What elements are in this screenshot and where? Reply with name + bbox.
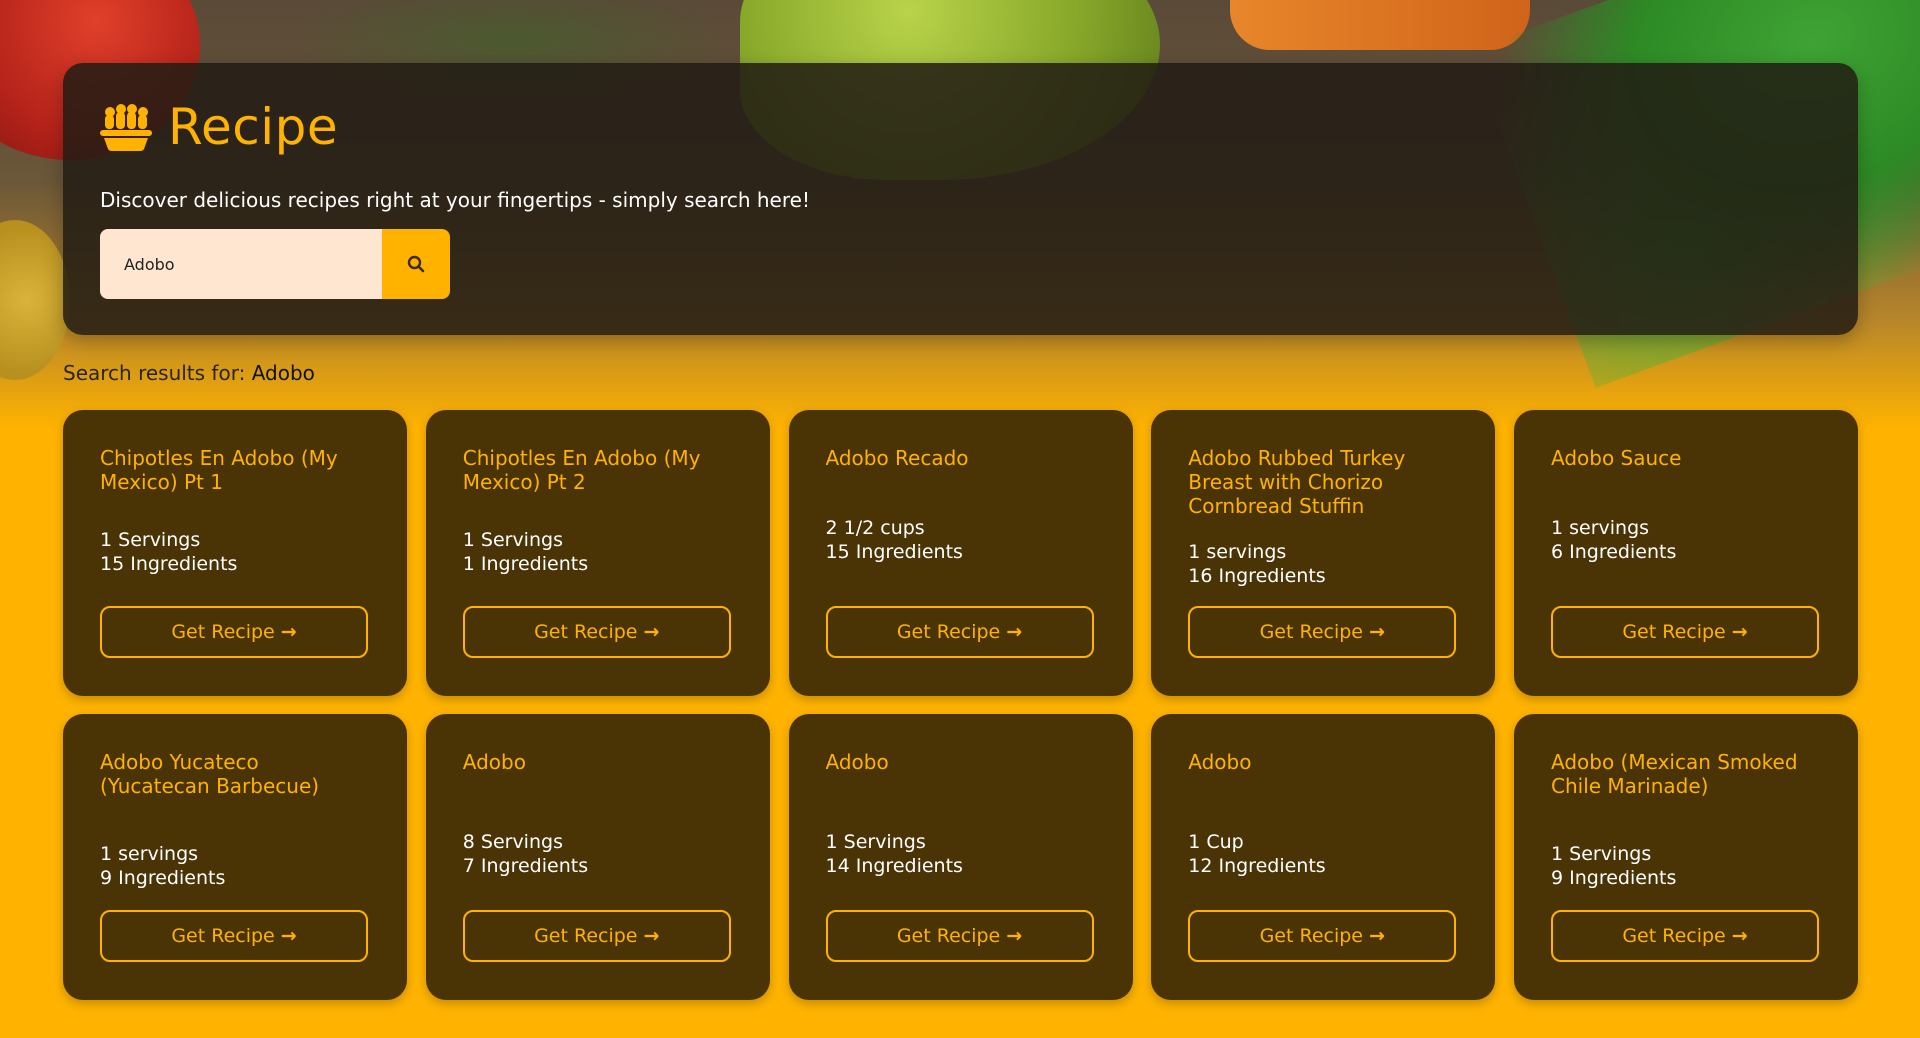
recipe-servings: 1 servings [1188,541,1287,563]
arrow-right-icon: → [280,621,297,643]
arrow-right-icon: → [1006,621,1023,643]
recipe-card: Adobo Rubbed Turkey Breast with Chorizo … [1151,410,1496,696]
recipe-ingredients: 7 Ingredients [462,855,589,877]
recipe-meta: 1 servings 6 Ingredients [1551,516,1676,564]
recipe-servings: 1 Cup [1188,831,1244,853]
recipe-card: Adobo 8 Servings 7 Ingredients Get Recip… [425,714,770,1000]
recipe-servings: 8 Servings [462,831,563,853]
recipe-ingredients: 14 Ingredients [825,855,963,877]
get-recipe-button[interactable]: Get Recipe → [1551,910,1819,962]
search-input[interactable] [100,229,382,299]
recipe-servings: 1 Servings [1551,843,1652,865]
get-recipe-button[interactable]: Get Recipe → [825,910,1094,962]
recipe-meta: 8 Servings 7 Ingredients [463,830,588,878]
recipe-ingredients: 15 Ingredients [825,541,963,563]
get-recipe-label: Get Recipe [171,925,275,947]
recipe-card: Chipotles En Adobo (My Mexico) Pt 1 1 Se… [63,410,407,696]
recipe-title: Chipotles En Adobo (My Mexico) Pt 2 [462,446,701,494]
get-recipe-button[interactable]: Get Recipe → [462,606,731,658]
brand: Recipe [100,98,338,156]
get-recipe-label: Get Recipe [1259,621,1363,643]
recipe-servings: 1 servings [1551,517,1650,539]
recipe-title: Chipotles En Adobo (My Mexico) Pt 1 [100,446,338,494]
recipe-grid: Chipotles En Adobo (My Mexico) Pt 1 1 Se… [63,410,1858,1000]
arrow-right-icon: → [643,621,660,643]
recipe-title: Adobo [825,750,889,774]
recipe-servings: 2 1/2 cups [825,517,925,539]
get-recipe-label: Get Recipe [896,925,1001,947]
recipe-title: Adobo Recado [825,446,969,470]
search-results-label: Search results for: Adobo [63,361,315,385]
arrow-right-icon: → [280,925,297,947]
results-prefix: Search results for: [63,361,246,385]
get-recipe-label: Get Recipe [896,621,1001,643]
recipe-title: Adobo [462,750,526,774]
recipe-meta: 1 Servings 1 Ingredients [463,528,588,576]
recipe-card: Adobo Yucateco (Yucatecan Barbecue) 1 se… [63,714,407,1000]
search-button[interactable] [382,229,450,299]
app-title: Recipe [168,98,339,156]
get-recipe-button[interactable]: Get Recipe → [1188,606,1457,658]
arrow-right-icon: → [1731,925,1748,947]
recipe-servings: 1 Servings [825,831,926,853]
recipe-title: Adobo Sauce [1551,446,1682,470]
arrow-right-icon: → [643,925,660,947]
recipe-meta: 1 servings 9 Ingredients [100,842,225,890]
get-recipe-label: Get Recipe [1259,925,1363,947]
recipe-meta: 1 Servings 15 Ingredients [100,528,237,576]
recipe-card: Adobo Sauce 1 servings 6 Ingredients Get… [1514,410,1858,696]
recipe-meta: 1 Servings 14 Ingredients [826,830,963,878]
recipe-title: Adobo Rubbed Turkey Breast with Chorizo … [1188,446,1406,518]
get-recipe-label: Get Recipe [1622,621,1726,643]
recipe-ingredients: 16 Ingredients [1188,565,1326,587]
tagline: Discover delicious recipes right at your… [100,188,810,212]
search-bar [100,229,450,299]
get-recipe-button[interactable]: Get Recipe → [100,910,368,962]
recipe-ingredients: 9 Ingredients [100,867,226,889]
arrow-right-icon: → [1006,925,1023,947]
arrow-right-icon: → [1369,621,1385,643]
recipe-title: Adobo (Mexican Smoked Chile Marinade) [1551,750,1798,798]
get-recipe-label: Get Recipe [534,925,638,947]
recipe-card: Adobo (Mexican Smoked Chile Marinade) 1 … [1514,714,1858,1000]
get-recipe-button[interactable]: Get Recipe → [100,606,368,658]
get-recipe-label: Get Recipe [534,621,638,643]
recipe-title: Adobo Yucateco (Yucatecan Barbecue) [100,750,320,798]
get-recipe-button[interactable]: Get Recipe → [1188,910,1457,962]
results-term: Adobo [251,361,315,385]
recipe-card: Adobo Recado 2 1/2 cups 15 Ingredients G… [788,410,1133,696]
get-recipe-button[interactable]: Get Recipe → [1551,606,1819,658]
recipe-ingredients: 6 Ingredients [1551,541,1677,563]
get-recipe-button[interactable]: Get Recipe → [462,910,731,962]
bread-basket-icon [100,104,152,151]
recipe-ingredients: 9 Ingredients [1551,867,1677,889]
recipe-title: Adobo [1188,750,1252,774]
search-icon [407,255,425,273]
get-recipe-label: Get Recipe [1622,925,1726,947]
arrow-right-icon: → [1369,925,1385,947]
recipe-meta: 1 servings 16 Ingredients [1188,540,1325,588]
recipe-card: Chipotles En Adobo (My Mexico) Pt 2 1 Se… [425,410,770,696]
recipe-card: Adobo 1 Servings 14 Ingredients Get Reci… [788,714,1133,1000]
recipe-meta: 2 1/2 cups 15 Ingredients [826,516,963,564]
arrow-right-icon: → [1731,621,1748,643]
recipe-servings: 1 Servings [100,529,201,551]
get-recipe-label: Get Recipe [171,621,275,643]
recipe-servings: 1 servings [100,843,199,865]
carrot-decoration [1230,0,1530,50]
recipe-meta: 1 Cup 12 Ingredients [1188,830,1325,878]
recipe-card: Adobo 1 Cup 12 Ingredients Get Recipe → [1151,714,1496,1000]
get-recipe-button[interactable]: Get Recipe → [825,606,1094,658]
recipe-ingredients: 12 Ingredients [1188,855,1326,877]
recipe-ingredients: 15 Ingredients [100,553,238,575]
recipe-meta: 1 Servings 9 Ingredients [1551,842,1676,890]
recipe-ingredients: 1 Ingredients [462,553,589,575]
recipe-servings: 1 Servings [462,529,563,551]
